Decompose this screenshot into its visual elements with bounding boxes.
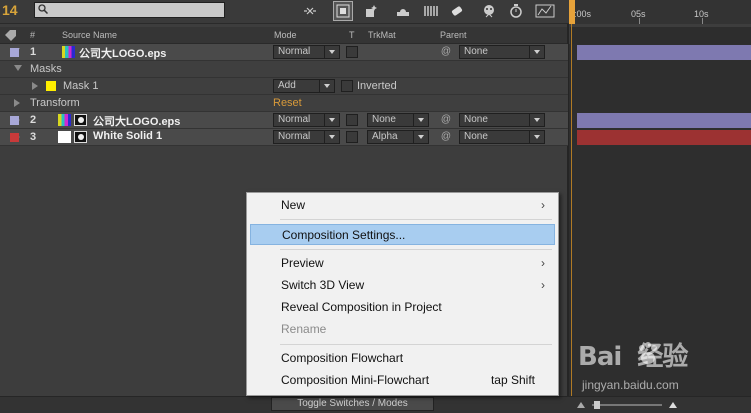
mode-dropdown[interactable]: Normal <box>273 45 340 59</box>
watermark-url: jingyan.baidu.com <box>582 378 679 392</box>
layer-row-1[interactable]: 1 公司大LOGO.eps Normal @ None <box>0 44 568 61</box>
live-update-icon[interactable] <box>363 3 379 19</box>
submenu-arrow-icon: › <box>541 256 545 270</box>
zoom-slider[interactable] <box>592 401 662 409</box>
comp-mini-flowchart-icon <box>336 4 350 18</box>
masks-group-row[interactable]: Masks <box>0 61 568 78</box>
brainstorm-icon[interactable] <box>449 3 465 19</box>
zoom-in-icon[interactable] <box>668 401 678 409</box>
layer-name[interactable]: White Solid 1 <box>93 130 162 142</box>
current-time-display[interactable]: 14 <box>2 2 18 18</box>
layer-row-3[interactable]: 3 White Solid 1 Normal Alpha @ None <box>0 129 568 146</box>
menu-shortcut: tap Shift <box>490 373 535 387</box>
pickwhip-icon[interactable]: @ <box>440 114 452 126</box>
submenu-arrow-icon: › <box>541 198 545 212</box>
watermark-logo: Bai 经验 <box>578 342 688 372</box>
search-icon <box>38 4 48 14</box>
menu-item-composition-mini-flowchart[interactable]: Composition Mini-Flowchart tap Shift <box>250 370 555 391</box>
header-source-name[interactable]: Source Name <box>62 30 117 40</box>
track-matte-thumbnail-icon <box>74 114 87 126</box>
preserve-transparency-checkbox[interactable] <box>346 46 358 58</box>
label-color-swatch[interactable] <box>10 133 19 142</box>
header-number: # <box>30 30 36 40</box>
pickwhip-icon[interactable]: @ <box>440 46 452 58</box>
draft-3d-icon[interactable] <box>302 3 318 19</box>
layer-duration-bar[interactable] <box>577 130 751 145</box>
menu-separator <box>280 249 552 250</box>
layer-number: 1 <box>30 46 37 58</box>
pickwhip-icon[interactable]: @ <box>440 131 452 143</box>
parent-dropdown[interactable]: None <box>459 113 545 127</box>
twirl-open-icon[interactable] <box>14 65 22 71</box>
preserve-transparency-checkbox[interactable] <box>346 114 358 126</box>
shy-icon[interactable] <box>481 3 497 19</box>
zoom-out-icon[interactable] <box>576 401 586 409</box>
toggle-switches-modes-button[interactable]: Toggle Switches / Modes <box>271 397 434 411</box>
footage-thumbnail-icon <box>62 46 75 58</box>
current-time-line <box>571 24 572 396</box>
trkmat-dropdown[interactable]: Alpha <box>367 130 429 144</box>
ruler-tick <box>702 18 703 24</box>
header-trkmat: TrkMat <box>368 30 396 40</box>
parent-dropdown[interactable]: None <box>459 130 545 144</box>
layer-row-2[interactable]: 2 公司大LOGO.eps Normal None @ None <box>0 112 568 129</box>
menu-item-new[interactable]: New › <box>250 195 555 216</box>
transform-reset-link[interactable]: Reset <box>273 97 302 109</box>
trkmat-dropdown[interactable]: None <box>367 113 429 127</box>
mask-color-swatch[interactable] <box>46 81 56 91</box>
transform-label: Transform <box>30 97 80 109</box>
comp-mini-flowchart-button[interactable] <box>333 1 353 21</box>
paw-icon <box>639 342 657 364</box>
layer-name[interactable]: 公司大LOGO.eps <box>79 45 166 61</box>
timeline-header <box>570 27 751 44</box>
frame-blending-icon[interactable] <box>395 3 411 19</box>
menu-item-switch-3d-view[interactable]: Switch 3D View › <box>250 275 555 296</box>
menu-separator <box>280 344 552 345</box>
menu-item-reveal-composition[interactable]: Reveal Composition in Project <box>250 297 555 318</box>
menu-item-composition-settings[interactable]: Composition Settings... <box>250 224 555 245</box>
motion-blur-icon[interactable] <box>423 3 439 19</box>
menu-item-composition-flowchart[interactable]: Composition Flowchart <box>250 348 555 369</box>
mode-dropdown[interactable]: Normal <box>273 130 340 144</box>
twirl-closed-icon[interactable] <box>14 99 20 107</box>
baidu-jingyan-watermark: Bai 经验 jingyan.baidu.com <box>578 336 748 396</box>
submenu-arrow-icon: › <box>541 278 545 292</box>
mode-dropdown[interactable]: Normal <box>273 113 340 127</box>
header-mode[interactable]: Mode <box>274 30 297 40</box>
label-tag-icon <box>5 30 16 41</box>
timer-icon[interactable] <box>508 3 524 19</box>
solid-thumbnail-icon <box>58 131 71 143</box>
masks-label: Masks <box>30 63 62 75</box>
layer-number: 2 <box>30 114 37 126</box>
label-color-swatch[interactable] <box>10 116 19 125</box>
context-menu: New › Composition Settings... Preview › Sw… <box>246 192 559 396</box>
search-input[interactable] <box>34 2 225 18</box>
header-parent: Parent <box>440 30 467 40</box>
footage-thumbnail-icon <box>58 114 71 126</box>
inverted-checkbox[interactable] <box>341 80 353 92</box>
parent-dropdown[interactable]: None <box>459 45 545 59</box>
ruler-tick <box>639 18 640 24</box>
graph-editor-icon[interactable] <box>535 3 555 19</box>
time-ruler[interactable]: 0:00s 05s 10s <box>569 0 751 24</box>
transform-row[interactable]: Transform Reset <box>0 95 568 112</box>
twirl-closed-icon[interactable] <box>32 82 38 90</box>
layer-header-row: # Source Name Mode T TrkMat Parent <box>0 27 568 44</box>
menu-item-rename: Rename <box>281 322 327 336</box>
mask-row[interactable]: Mask 1 Add Inverted <box>0 78 568 95</box>
mask-mode-dropdown[interactable]: Add <box>273 79 335 93</box>
label-color-swatch[interactable] <box>10 48 19 57</box>
preserve-transparency-checkbox[interactable] <box>346 131 358 143</box>
mask-thumbnail-icon <box>74 131 87 143</box>
inverted-label: Inverted <box>357 80 397 92</box>
layer-name[interactable]: 公司大LOGO.eps <box>93 113 180 129</box>
layer-duration-bar[interactable] <box>577 45 751 60</box>
header-t: T <box>349 30 355 40</box>
menu-separator <box>280 219 552 220</box>
current-time-indicator[interactable] <box>569 0 575 24</box>
mask-name[interactable]: Mask 1 <box>63 80 98 92</box>
layer-number: 3 <box>30 131 37 143</box>
layer-duration-bar[interactable] <box>577 113 751 128</box>
menu-item-preview[interactable]: Preview › <box>250 253 555 274</box>
